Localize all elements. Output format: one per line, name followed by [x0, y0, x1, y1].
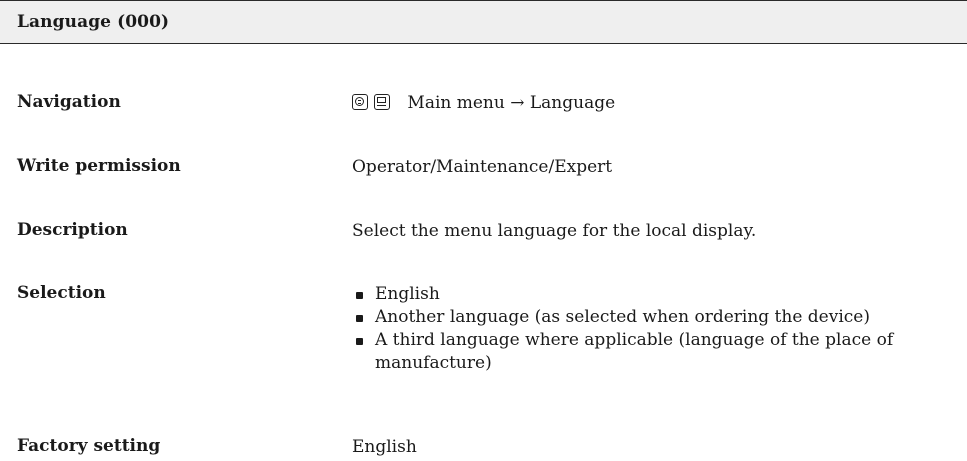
description-value: Select the menu language for the local d…: [352, 221, 757, 241]
navigation-path: Main menu → Language: [407, 93, 616, 113]
description-label: Description: [17, 220, 128, 240]
write-permission-label: Write permission: [17, 156, 181, 176]
list-item: English: [352, 283, 967, 306]
operation-key-icon: [352, 93, 368, 110]
write-permission-value: Operator/Maintenance/Expert: [352, 157, 613, 177]
navigation-label: Navigation: [17, 92, 121, 112]
bullet-icon: [356, 292, 363, 299]
display-key-icon: [374, 93, 390, 110]
parameter-header: Language (000): [0, 0, 967, 44]
selection-label: Selection: [17, 283, 106, 303]
navigation-value: Main menu → Language: [352, 92, 615, 115]
list-item: Another language (as selected when order…: [352, 306, 967, 329]
factory-setting-label: Factory setting: [17, 436, 161, 456]
selection-item-label: Another language (as selected when order…: [375, 307, 871, 327]
selection-item-label: English: [375, 284, 440, 304]
bullet-icon: [356, 338, 363, 345]
navigation-icons: [352, 93, 390, 110]
selection-values: English Another language (as selected wh…: [352, 283, 967, 375]
factory-setting-value: English: [352, 437, 417, 457]
parameter-title: Language (000): [17, 12, 170, 32]
list-item: A third language where applicable (langu…: [352, 329, 955, 375]
selection-item-label: A third language where applicable (langu…: [375, 330, 894, 373]
selection-list: English Another language (as selected wh…: [352, 283, 967, 375]
bullet-icon: [356, 315, 363, 322]
